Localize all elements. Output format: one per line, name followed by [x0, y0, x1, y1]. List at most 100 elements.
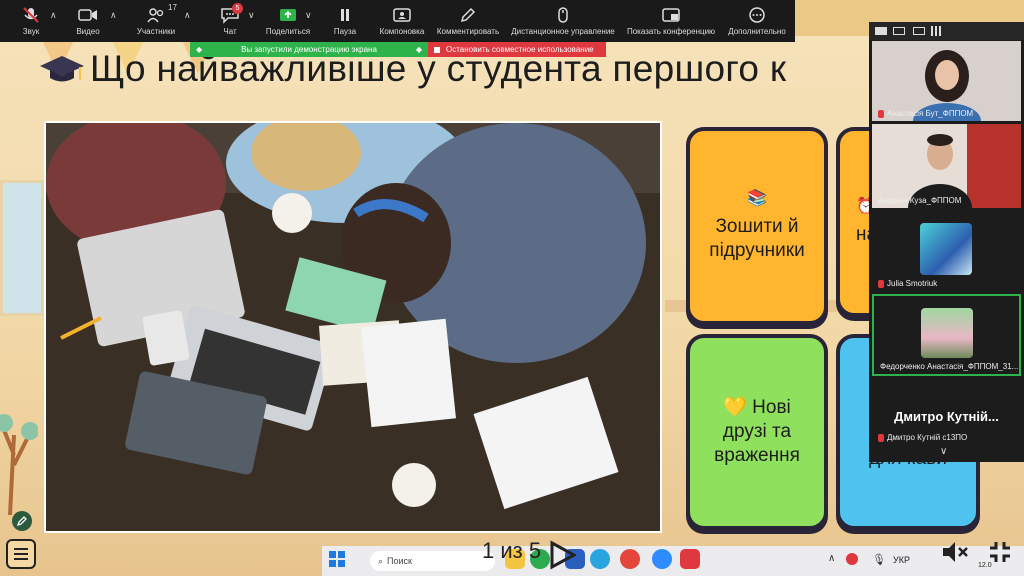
slide-menu-button[interactable] — [6, 539, 36, 569]
layout-label: Компоновка — [379, 27, 425, 36]
chat-unread-badge: 5 — [232, 3, 243, 14]
pause-icon — [341, 9, 349, 21]
remote-control-button[interactable]: Дистанционное управление — [508, 0, 618, 42]
more-dots-icon — [749, 7, 765, 23]
search-icon: ⌕ — [378, 555, 384, 566]
camera-icon — [78, 9, 97, 21]
mic-muted-icon — [878, 433, 884, 442]
participant-tile[interactable]: Анастасія Бут_ФППОМ — [872, 41, 1021, 121]
people-icon — [147, 8, 164, 23]
store-icon[interactable] — [680, 549, 700, 569]
more-button[interactable]: Дополнительно — [724, 0, 790, 42]
keyboard-language[interactable]: УКР — [893, 555, 910, 565]
participant-name: Дмитро Кутній с13ПО — [878, 433, 967, 442]
mic-muted-icon — [878, 279, 884, 288]
stop-share-label: Остановить совместное использование — [446, 45, 594, 54]
pen-tool-icon[interactable] — [12, 511, 32, 531]
mic-muted-icon — [23, 7, 39, 23]
show-meeting-button[interactable]: Показать конференцию — [624, 0, 718, 42]
participant-avatar — [920, 223, 972, 275]
video-label: Видео — [76, 27, 100, 36]
participants-label: Участники — [136, 27, 176, 36]
meeting-toolbar: Звук ∧ Видео ∧ Участники 17 ∧ Чат 5 ∨ По… — [0, 0, 795, 42]
share-label: Поделиться — [265, 27, 311, 36]
card-notebooks: 📚 Зошити й підручники — [686, 127, 828, 325]
sharing-status-banner[interactable]: ◆ Вы запустили демонстрацию экрана ◆ — [190, 42, 428, 57]
app-icon[interactable] — [620, 549, 640, 569]
pencil-icon — [460, 7, 476, 23]
layout-button[interactable]: Компоновка — [374, 0, 430, 42]
search-placeholder: Поиск — [387, 556, 412, 566]
stop-square-icon — [434, 46, 440, 53]
gallery-strip-icon[interactable] — [913, 27, 925, 35]
next-slide-icon[interactable] — [548, 540, 576, 570]
participant-tile[interactable]: Дмитро Кутній... Дмитро Кутній с13ПО — [872, 379, 1021, 443]
audio-label: Звук — [22, 27, 40, 36]
participant-name-text: Андріан Куза_ФППОМ — [878, 196, 962, 205]
windows-start-icon[interactable] — [328, 550, 346, 568]
pause-share-button[interactable]: Пауза — [326, 0, 364, 42]
participant-name-text: Julia Smotriuk — [887, 279, 938, 288]
participant-name-text: Дмитро Кутній с13ПО — [887, 433, 968, 442]
participant-tile[interactable]: Julia Smotriuk — [872, 211, 1021, 291]
audio-button[interactable]: Звук — [8, 0, 54, 42]
annotate-button[interactable]: Комментировать — [434, 0, 502, 42]
slide-pager: 1 из 5 — [482, 538, 542, 563]
shield-icon: ◆ — [196, 45, 203, 54]
card-text-word: Нові — [752, 397, 791, 419]
zoom-app-icon[interactable] — [652, 549, 672, 569]
participant-name-text: Анастасія Бут_ФППОМ — [887, 109, 974, 118]
participant-name: Julia Smotriuk — [878, 279, 937, 288]
speaker-view-icon[interactable] — [893, 27, 905, 35]
sharing-status-text: Вы запустили демонстрацию экрана — [241, 45, 377, 54]
video-button[interactable]: Видео — [66, 0, 110, 42]
graduation-cap-icon — [40, 56, 84, 82]
mic-muted-icon — [878, 109, 884, 118]
share-options-chevron-icon[interactable]: ∨ — [305, 10, 312, 21]
panel-scroll-down-chevron-icon[interactable]: ∨ — [940, 446, 947, 457]
card-text-line: друзі та — [722, 421, 792, 443]
chat-label: Чат — [223, 27, 237, 36]
mute-speaker-icon[interactable] — [940, 538, 970, 571]
audio-options-chevron-icon[interactable]: ∧ — [50, 10, 57, 21]
participant-tile-active-speaker[interactable]: Федорченко Анастасія_ФППОМ_31... — [872, 294, 1021, 376]
participant-tile[interactable]: Андріан Куза_ФППОМ — [872, 124, 1021, 208]
grid-view-icon[interactable] — [931, 26, 941, 36]
books-icon: 📚 — [747, 190, 767, 208]
minimize-icon[interactable] — [875, 27, 887, 35]
participant-name: Федорченко Анастасія_ФППОМ_31... — [880, 362, 1018, 371]
heart-hands-icon: 💛 — [723, 397, 747, 419]
chat-options-chevron-icon[interactable]: ∨ — [248, 10, 255, 21]
tray-app-icon[interactable] — [846, 553, 858, 565]
telegram-icon[interactable] — [590, 549, 610, 569]
participants-count: 17 — [168, 3, 177, 12]
participant-name: Анастасія Бут_ФППОМ — [878, 109, 973, 118]
annotate-label: Комментировать — [436, 27, 500, 36]
taskbar-search[interactable]: ⌕ Поиск — [370, 551, 495, 571]
more-label: Дополнительно — [728, 27, 786, 36]
panel-view-controls — [869, 22, 1024, 40]
video-options-chevron-icon[interactable]: ∧ — [110, 10, 117, 21]
show-meeting-label: Показать конференцию — [626, 27, 716, 36]
share-screen-icon — [280, 9, 296, 21]
card-text-line: 💛 Нові — [723, 396, 791, 420]
layout-icon — [393, 8, 411, 22]
card-text-line: підручники — [709, 240, 805, 261]
meeting-window-icon — [662, 8, 680, 22]
participant-name: Андріан Куза_ФППОМ — [878, 196, 961, 205]
students-photo — [44, 121, 662, 533]
stop-share-button[interactable]: Остановить совместное использование — [428, 42, 606, 57]
tray-chevron-up-icon[interactable]: ∧ — [828, 553, 835, 564]
tray-mic-icon[interactable]: 🎙 — [872, 553, 886, 566]
participants-options-chevron-icon[interactable]: ∧ — [184, 10, 191, 21]
remote-control-label: Дистанционное управление — [511, 27, 615, 36]
pause-label: Пауза — [333, 27, 357, 36]
card-text-line: враження — [714, 444, 800, 466]
card-text-line: Зошити й — [715, 216, 799, 238]
window-decor — [0, 180, 44, 316]
hamburger-icon — [14, 548, 28, 560]
taskbar-date: 12.0 — [978, 562, 992, 569]
participant-name-text: Федорченко Анастасія_ФППОМ_31... — [880, 362, 1019, 371]
share-button[interactable]: Поделиться — [262, 0, 314, 42]
plant-decor — [0, 414, 38, 515]
